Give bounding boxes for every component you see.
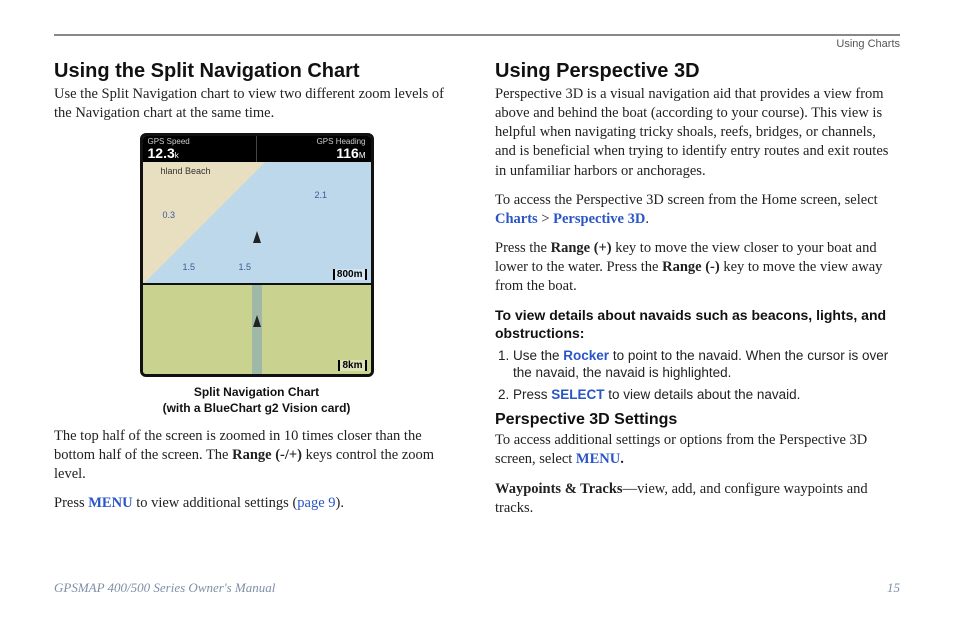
page-footer: GPSMAP 400/500 Series Owner's Manual 15: [54, 580, 900, 596]
navaids-heading: To view details about navaids such as be…: [495, 306, 900, 342]
right-column: Using Perspective 3D Perspective 3D is a…: [495, 60, 900, 528]
boat-icon: [253, 231, 261, 243]
boat-icon: [253, 315, 261, 327]
footer-page-number: 15: [887, 580, 900, 596]
depth-reading: 2.1: [315, 190, 328, 200]
settings-access: To access additional settings or options…: [495, 431, 900, 469]
left-column: Using the Split Navigation Chart Use the…: [54, 60, 459, 528]
status-bar: GPS Speed 12.3k GPS Heading 116M: [143, 136, 371, 162]
screenshot-caption: Split Navigation Chart (with a BlueChart…: [54, 384, 459, 416]
footer-manual-title: GPSMAP 400/500 Series Owner's Manual: [54, 580, 275, 596]
left-para-zoom: The top half of the screen is zoomed in …: [54, 427, 459, 484]
scale-bottom: 8km: [338, 360, 366, 371]
left-para-menu: Press MENU to view additional settings (…: [54, 494, 459, 513]
depth-reading: 1.5: [239, 262, 252, 272]
map-bottom-pane: 8km: [143, 285, 371, 374]
split-nav-screenshot: GPS Speed 12.3k GPS Heading 116M hland B…: [140, 133, 374, 377]
menu-key-ref: MENU: [576, 451, 620, 467]
settings-subheading: Perspective 3D Settings: [495, 411, 900, 429]
navaids-steps: Use the Rocker to point to the navaid. W…: [495, 347, 900, 404]
step-2: Press SELECT to view details about the n…: [513, 386, 900, 404]
status-heading-value: 116M: [336, 146, 365, 160]
right-heading: Using Perspective 3D: [495, 60, 900, 83]
charts-menu-ref: Charts: [495, 211, 538, 227]
right-range-keys: Press the Range (+) key to move the view…: [495, 239, 900, 296]
status-heading: GPS Heading 116M: [257, 136, 371, 162]
right-access-path: To access the Perspective 3D screen from…: [495, 191, 900, 229]
left-heading: Using the Split Navigation Chart: [54, 60, 459, 83]
map-top-pane: hland Beach 0.3 1.5 1.5 2.1 800m: [143, 162, 371, 285]
page-9-link[interactable]: page 9: [297, 495, 335, 511]
header-section-name: Using Charts: [54, 38, 900, 50]
step-1: Use the Rocker to point to the navaid. W…: [513, 347, 900, 382]
left-intro: Use the Split Navigation chart to view t…: [54, 85, 459, 123]
status-speed: GPS Speed 12.3k: [143, 136, 258, 162]
content-columns: Using the Split Navigation Chart Use the…: [54, 60, 900, 528]
right-intro: Perspective 3D is a visual navigation ai…: [495, 85, 900, 181]
header-rule: [54, 34, 900, 36]
select-key-ref: SELECT: [551, 387, 604, 402]
beach-label: hland Beach: [161, 166, 211, 176]
scale-top: 800m: [333, 269, 367, 280]
menu-key-ref: MENU: [88, 495, 132, 511]
depth-reading: 0.3: [163, 210, 176, 220]
perspective3d-menu-ref: Perspective 3D: [553, 211, 645, 227]
waypoints-tracks-desc: Waypoints & Tracks—view, add, and config…: [495, 480, 900, 518]
channel-overlay: [252, 285, 262, 374]
status-speed-value: 12.3k: [148, 146, 252, 160]
rocker-key-ref: Rocker: [563, 348, 609, 363]
depth-reading: 1.5: [183, 262, 196, 272]
